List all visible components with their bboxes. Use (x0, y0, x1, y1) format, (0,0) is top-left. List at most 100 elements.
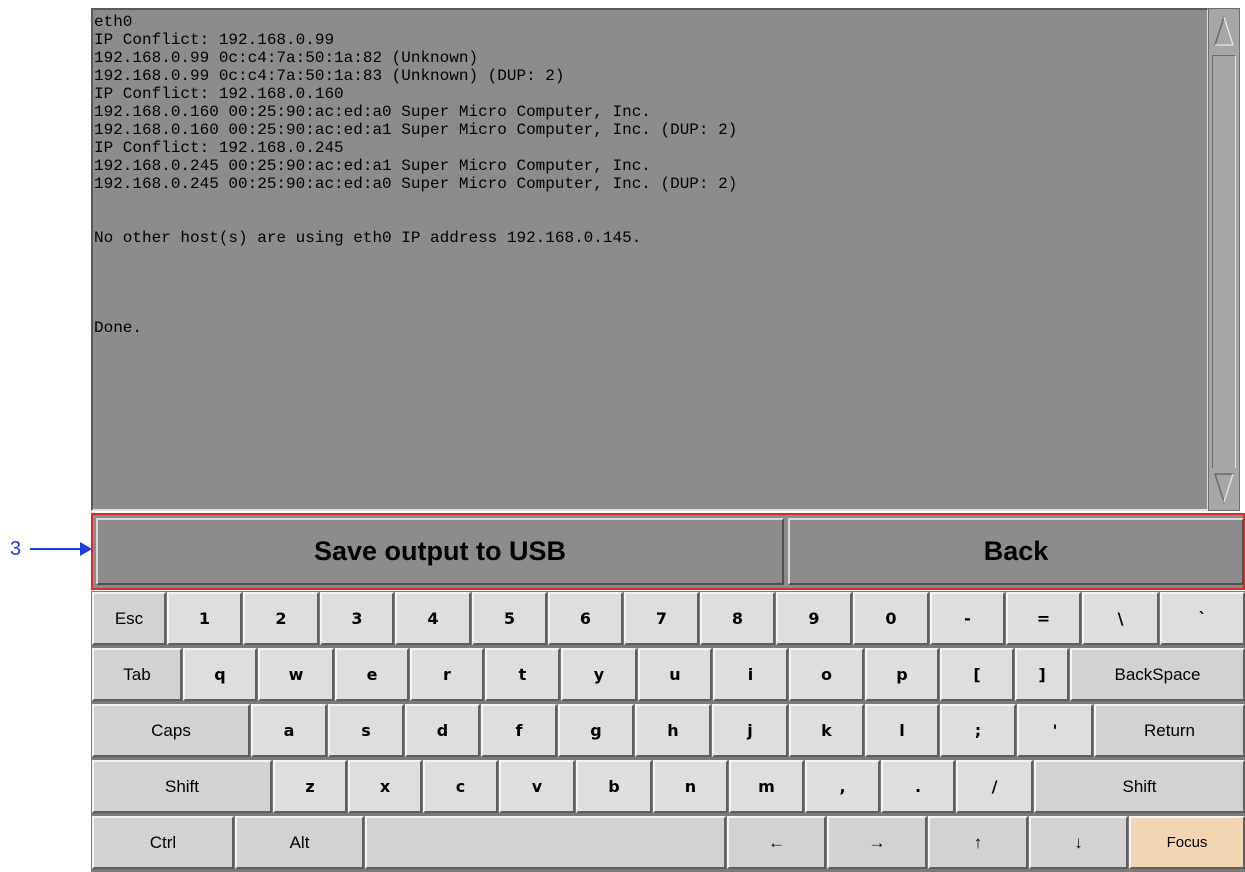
keyboard-row-2: Tab q w e r t y u i o p [] BackSpace (91, 647, 1245, 702)
key-space[interactable] (365, 816, 726, 869)
key-down-arrow[interactable]: ↓ (1029, 816, 1128, 869)
key-quote[interactable]: ' (1017, 704, 1093, 757)
key-focus[interactable]: Focus (1129, 816, 1245, 869)
key-comma-label: , (839, 777, 846, 796)
scrollbar-track[interactable] (1212, 55, 1236, 471)
key-down-arrow-label: ↓ (1074, 832, 1083, 852)
key-equals[interactable]: = (1006, 592, 1081, 645)
key-7[interactable]: 7 (624, 592, 699, 645)
key-minus[interactable]: - (930, 592, 1005, 645)
key-g[interactable]: g (558, 704, 634, 757)
key-right-arrow-label: → (868, 832, 886, 852)
key-l[interactable]: l (865, 704, 939, 757)
key-v-label: v (531, 777, 543, 796)
key-0[interactable]: 0 (853, 592, 929, 645)
key-b[interactable]: b (576, 760, 652, 813)
key-semicolon[interactable]: ; (940, 704, 1016, 757)
key-s[interactable]: s (328, 704, 404, 757)
key-focus-label: Focus (1166, 834, 1208, 851)
key-shift-left[interactable]: Shift (92, 760, 272, 813)
key-v[interactable]: v (499, 760, 575, 813)
key-shift-right[interactable]: Shift (1034, 760, 1245, 813)
key-left-arrow[interactable]: ← (727, 816, 826, 869)
key-backtick[interactable]: ` (1160, 592, 1245, 645)
key-t-label: t (518, 665, 527, 684)
key-w-label: w (288, 665, 304, 684)
key-6[interactable]: 6 (548, 592, 623, 645)
key-4[interactable]: 4 (395, 592, 471, 645)
key-x[interactable]: x (348, 760, 422, 813)
scroll-down-arrow-icon[interactable] (1212, 468, 1236, 508)
key-j-label: j (747, 721, 753, 740)
key-u[interactable]: u (638, 648, 712, 701)
key-8-label: 8 (731, 609, 744, 628)
key-q[interactable]: q (183, 648, 257, 701)
key-period[interactable]: . (881, 760, 955, 813)
key-return[interactable]: Return (1094, 704, 1245, 757)
scroll-up-arrow-icon[interactable] (1212, 11, 1236, 51)
key-a[interactable]: a (251, 704, 327, 757)
key-tab-label: Tab (123, 664, 151, 684)
key-m[interactable]: m (729, 760, 804, 813)
key-7-label: 7 (655, 609, 668, 628)
key-alt[interactable]: Alt (235, 816, 364, 869)
key-backslash[interactable]: \ (1082, 592, 1159, 645)
on-screen-keyboard: Esc 1 2 3 4 5 6 7 8 9 0 - = \ ` Tab q w e r t y u i o p [] BackSpa… (91, 591, 1245, 872)
key-tab[interactable]: Tab (92, 648, 182, 701)
key-y[interactable]: y (561, 648, 637, 701)
key-h-label: h (667, 721, 679, 740)
key-j[interactable]: j (712, 704, 788, 757)
key-comma[interactable]: , (805, 760, 880, 813)
key-3[interactable]: 3 (320, 592, 394, 645)
key-z[interactable]: z (273, 760, 347, 813)
key-period-label: . (914, 777, 922, 796)
key-c[interactable]: c (423, 760, 498, 813)
key-w[interactable]: w (258, 648, 334, 701)
key-backspace[interactable]: BackSpace (1070, 648, 1245, 701)
key-5[interactable]: 5 (472, 592, 547, 645)
key-slash-label: / (991, 777, 998, 796)
key-e[interactable]: e (335, 648, 409, 701)
key-0-label: 0 (885, 609, 897, 628)
key-left-bracket[interactable]: [ (940, 648, 1014, 701)
key-8[interactable]: 8 (700, 592, 775, 645)
key-minus-label: - (964, 609, 971, 628)
key-o-label: o (821, 665, 832, 684)
save-output-to-usb-button[interactable]: Save output to USB (96, 518, 784, 585)
key-quote-label: ' (1052, 721, 1058, 740)
key-1-label: 1 (198, 609, 211, 628)
keyboard-row-3: Caps a s d f g h j k l; ' Return (91, 703, 1245, 758)
key-d[interactable]: d (405, 704, 480, 757)
key-2-label: 2 (275, 609, 287, 628)
key-esc[interactable]: Esc (92, 592, 166, 645)
key-t[interactable]: t (485, 648, 560, 701)
key-f[interactable]: f (481, 704, 557, 757)
key-up-arrow[interactable]: ↑ (928, 816, 1028, 869)
key-k[interactable]: k (789, 704, 864, 757)
key-i-label: i (747, 665, 754, 684)
key-u-label: u (669, 665, 681, 684)
key-o[interactable]: o (789, 648, 864, 701)
key-x-label: x (379, 777, 391, 796)
key-n[interactable]: n (653, 760, 728, 813)
action-bar: Save output to USB Back (91, 513, 1245, 590)
key-slash[interactable]: / (956, 760, 1033, 813)
key-esc-label: Esc (114, 608, 144, 628)
key-r[interactable]: r (410, 648, 484, 701)
key-i[interactable]: i (713, 648, 788, 701)
key-2[interactable]: 2 (243, 592, 319, 645)
key-right-arrow[interactable]: → (827, 816, 927, 869)
key-up-arrow-label: ↑ (973, 832, 983, 852)
back-button[interactable]: Back (788, 518, 1244, 585)
key-1[interactable]: 1 (167, 592, 242, 645)
terminal-text: eth0 IP Conflict: 192.168.0.99 192.168.0… (94, 13, 738, 337)
key-a-label: a (283, 721, 295, 740)
key-caps[interactable]: Caps (92, 704, 250, 757)
key-h[interactable]: h (635, 704, 711, 757)
key-g-label: g (590, 721, 602, 740)
key-9[interactable]: 9 (776, 592, 852, 645)
key-p[interactable]: p (865, 648, 939, 701)
vertical-scrollbar[interactable] (1208, 8, 1240, 511)
key-ctrl[interactable]: Ctrl (92, 816, 234, 869)
key-right-bracket[interactable]: ] (1015, 648, 1069, 701)
